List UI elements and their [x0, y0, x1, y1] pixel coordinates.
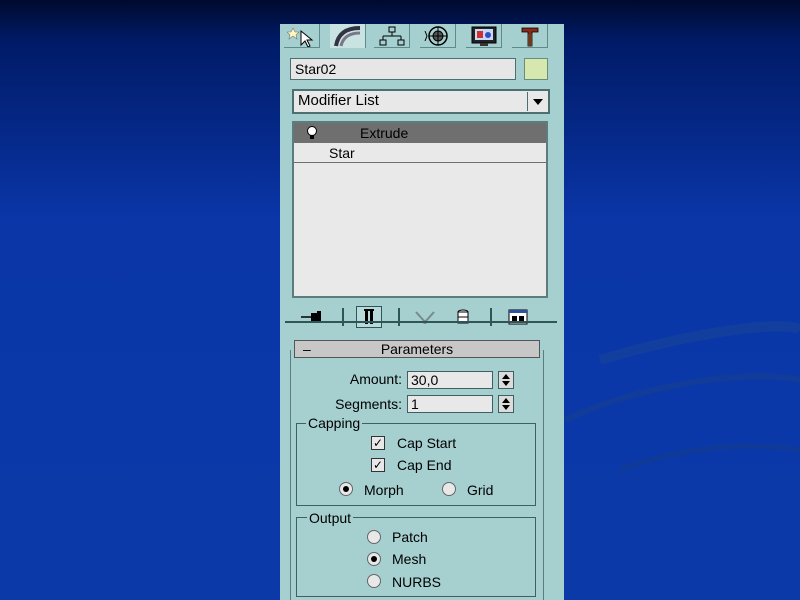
cap-end-label: Cap End [397, 457, 452, 473]
morph-label: Morph [364, 482, 404, 498]
tab-create[interactable] [284, 24, 320, 48]
create-icon [286, 26, 313, 47]
parameters-rollout-title[interactable]: – Parameters [294, 340, 540, 358]
spinner-down-icon [502, 405, 510, 410]
command-panel: Star02 Modifier List Extrude Star – Para… [280, 24, 564, 600]
modifier-list-dropdown[interactable]: Modifier List [292, 89, 550, 114]
patch-label: Patch [392, 529, 428, 545]
pin-stack-button[interactable] [300, 306, 326, 328]
segments-spinner[interactable] [498, 395, 514, 413]
mesh-label: Mesh [392, 551, 427, 567]
stack-toolbar [280, 300, 564, 334]
remove-modifier-button[interactable] [450, 306, 476, 328]
object-name-field[interactable]: Star02 [290, 58, 516, 80]
nurbs-label: NURBS [392, 574, 442, 590]
spinner-up-icon [502, 398, 510, 403]
tab-utilities[interactable] [512, 24, 548, 48]
stack-item-star[interactable]: Star [294, 143, 546, 163]
tab-hierarchy[interactable] [374, 24, 410, 48]
cap-start-checkbox[interactable]: ✓ [371, 436, 385, 450]
segments-field[interactable]: 1 [407, 395, 493, 413]
separator [490, 308, 492, 326]
lightbulb-icon[interactable] [306, 125, 318, 145]
object-color-swatch[interactable] [524, 58, 548, 80]
cap-end-checkbox[interactable]: ✓ [371, 458, 385, 472]
stack-item-label: Star [329, 145, 355, 161]
divider [285, 321, 557, 323]
capping-label: Capping [306, 415, 363, 431]
tab-display[interactable] [466, 24, 502, 48]
spinner-up-icon [502, 374, 510, 379]
morph-radio[interactable] [339, 482, 353, 496]
tab-motion[interactable] [420, 24, 456, 48]
spinner-down-icon [502, 381, 510, 386]
amount-label: Amount: [349, 371, 402, 387]
amount-field[interactable]: 30,0 [407, 371, 493, 389]
amount-spinner[interactable] [498, 371, 514, 389]
separator [342, 308, 344, 326]
collapse-icon: – [303, 341, 311, 357]
utilities-icon [521, 27, 538, 46]
make-unique-button[interactable] [412, 306, 438, 328]
chevron-down-icon [532, 98, 543, 105]
motion-icon [424, 25, 448, 46]
nurbs-radio[interactable] [367, 574, 381, 588]
stack-item-label: Extrude [360, 125, 409, 141]
separator [398, 308, 400, 326]
modify-icon [333, 26, 360, 47]
patch-radio[interactable] [367, 530, 381, 544]
grid-radio[interactable] [442, 482, 456, 496]
tab-modify[interactable] [330, 24, 366, 48]
rollout-title-label: Parameters [380, 341, 454, 357]
cap-start-label: Cap Start [397, 435, 457, 451]
modifier-stack[interactable]: Extrude Star [292, 121, 548, 298]
segments-label: Segments: [335, 396, 402, 412]
command-panel-tabs [280, 24, 564, 49]
mesh-radio[interactable] [367, 552, 381, 566]
configure-modifier-sets-button[interactable] [506, 306, 532, 328]
modifier-list-label: Modifier List [298, 92, 379, 109]
output-label: Output [307, 510, 354, 526]
stack-item-extrude[interactable]: Extrude [294, 123, 546, 143]
grid-label: Grid [467, 482, 494, 498]
display-icon [471, 26, 496, 46]
dropdown-button[interactable] [527, 92, 547, 111]
show-end-result-button[interactable] [356, 306, 382, 328]
hierarchy-icon [379, 26, 404, 45]
